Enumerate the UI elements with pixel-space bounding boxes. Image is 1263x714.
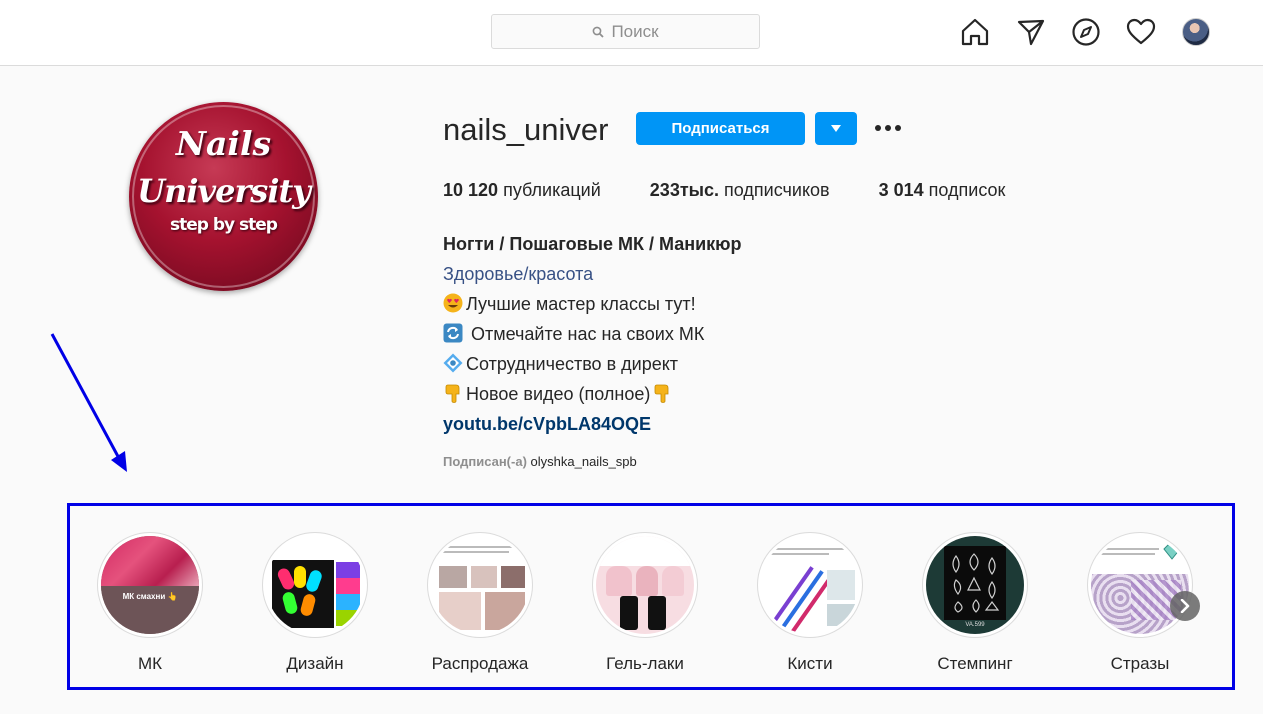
profile-picture[interactable]: Nails University step by step [129,102,318,291]
highlight-cover [757,532,863,638]
bio-line-text: Новое видео (полное) [466,384,651,404]
followed-by-label: Подписан(-а) [443,454,527,469]
more-options-button[interactable] [872,117,904,139]
top-navigation-bar: Поиск [0,0,1263,66]
bio-full-name: Ногти / Пошаговые МК / Маникюр [443,234,742,254]
highlight-gel-polish[interactable]: Гель-лаки [580,532,710,674]
highlight-cover [262,532,368,638]
highlight-cover [592,532,698,638]
repeat-arrows-emoji-icon [443,323,463,343]
highlight-thumb-text: МК смахни 👆 [122,592,178,601]
bio-line: Отмечайте нас на своих МК [443,319,742,349]
logo-text-university: University [137,172,311,210]
direct-message-icon[interactable] [1016,17,1046,47]
highlight-sale[interactable]: Распродажа [415,532,545,674]
highlights-next-button[interactable] [1170,591,1200,621]
highlight-cover [1087,532,1193,638]
bio-line-text: Лучшие мастер классы тут! [466,294,696,314]
followed-by-user: olyshka_nails_spb [530,454,637,469]
dot-icon [895,125,901,131]
pointing-down-emoji-icon [445,384,460,403]
search-placeholder: Поиск [611,21,659,41]
bio-line-text: Отмечайте нас на своих МК [466,324,705,344]
profile-username: nails_univer [443,112,609,147]
dot-icon [885,125,891,131]
bio-line: Лучшие мастер классы тут! [443,289,742,319]
highlight-label: Стемпинг [937,654,1013,673]
bio-line: Сотрудничество в директ [443,349,742,379]
annotation-arrow [50,333,127,472]
highlight-label: Распродажа [431,654,529,673]
profile-bio: Ногти / Пошаговые МК / Маникюр Здоровье/… [443,229,742,439]
highlight-cover: VA.599 [922,532,1028,638]
profile-avatar[interactable] [1182,18,1210,46]
bio-line-text: Сотрудничество в директ [466,354,679,374]
search-input[interactable]: Поиск [491,14,760,49]
pointing-down-emoji-icon [654,384,669,403]
highlight-mk[interactable]: МК смахни 👆 МК [85,532,215,674]
suggested-accounts-button[interactable] [815,112,857,145]
posts-count: 10 120 [443,180,499,200]
highlight-label: МК [137,654,163,673]
chevron-right-icon [1180,599,1190,613]
posts-stat: 10 120 публикаций [443,180,601,201]
logo-text-tagline: step by step [170,215,278,235]
following-stat[interactable]: 3 014 подписок [879,180,1006,201]
posts-label: публикаций [503,180,601,200]
bio-external-link[interactable]: youtu.be/cVpbLA84OQE [443,409,742,439]
followers-stat[interactable]: 233тыс. подписчиков [650,180,830,201]
logo-text-nails: Nails [175,124,272,163]
search-icon [593,26,605,38]
highlight-label: Стразы [1110,654,1170,673]
heart-eyes-emoji-icon [443,293,463,313]
dot-icon [875,125,881,131]
highlight-brushes[interactable]: Кисти [745,532,875,674]
highlight-label: Кисти [787,654,833,673]
activity-heart-icon[interactable] [1126,17,1156,47]
gem-icon [1163,544,1181,560]
caret-down-icon [831,124,841,132]
explore-icon[interactable] [1071,17,1101,47]
followers-count: 233тыс. [649,180,720,200]
bio-category: Здоровье/красота [443,264,594,284]
highlight-cover: МК смахни 👆 [97,532,203,638]
highlight-stamping[interactable]: VA.599 Стемпинг [910,532,1040,674]
follow-button[interactable]: Подписаться [636,112,805,145]
following-count: 3 014 [878,180,924,200]
stamping-plate-pattern [952,553,1000,613]
highlight-thumb-text: VA.599 [965,622,985,628]
bio-line: Новое видео (полное) [443,379,742,409]
highlight-label: Гель-лаки [606,654,684,673]
followed-by[interactable]: Подписан(-а) olyshka_nails_spb [443,454,637,469]
followers-label: подписчиков [724,180,830,200]
profile-stats: 10 120 публикаций 233тыс. подписчиков 3 … [443,180,1054,201]
home-icon[interactable] [960,17,990,47]
highlight-cover [427,532,533,638]
highlight-label: Дизайн [286,654,344,673]
highlight-design[interactable]: Дизайн [250,532,380,674]
diamond-dot-emoji-icon [443,353,463,373]
following-label: подписок [928,180,1006,200]
